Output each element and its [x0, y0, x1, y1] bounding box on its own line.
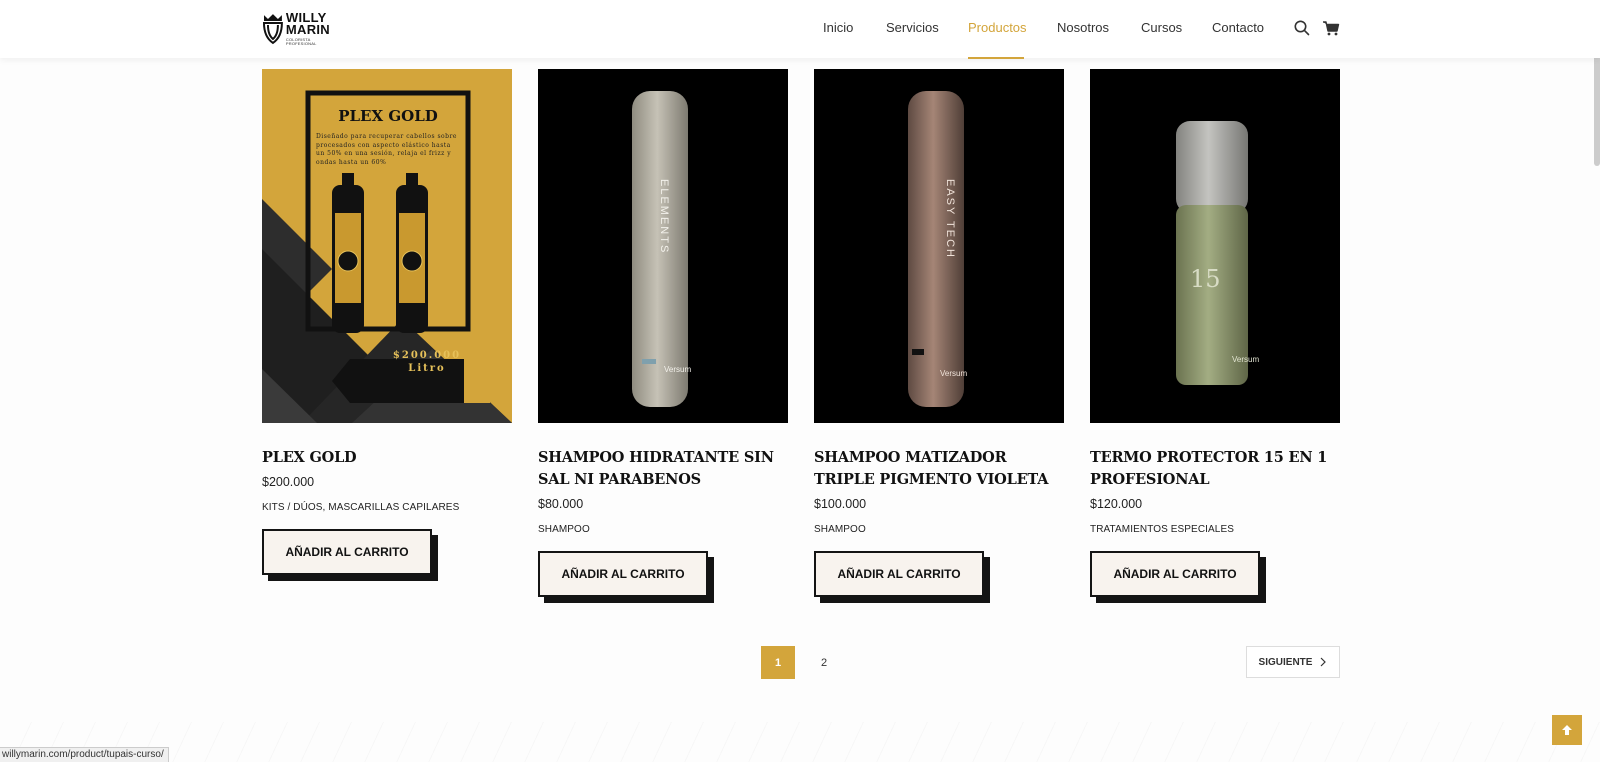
product-image[interactable]: 15 Versum: [1090, 69, 1340, 423]
bottle-brand: Versum: [940, 369, 968, 378]
bottle-label: EASY TECH: [944, 179, 956, 259]
product-card-shampoo-hidratante: ELEMENTS Versum SHAMPOO HIDRATANTE SIN S…: [538, 69, 788, 603]
product-price: $100.000: [814, 497, 867, 511]
poster-price-tag: $200.000 Litro: [372, 349, 482, 375]
product-image[interactable]: EASY TECH Versum: [814, 69, 1064, 423]
product-title[interactable]: TERMO PROTECTOR 15 EN 1 PROFESIONAL: [1090, 447, 1340, 491]
logo-tagline: COLORISTA PROFESIONAL: [285, 37, 317, 46]
product-category[interactable]: SHAMPOO: [814, 524, 1064, 535]
add-to-cart-wrap: AÑADIR AL CARRITO: [538, 551, 714, 603]
logo-name-line2: MARIN: [285, 22, 330, 37]
poster-title: PLEX GOLD: [338, 107, 438, 125]
product-card-termo-protector: 15 Versum TERMO PROTECTOR 15 EN 1 PROFES…: [1090, 69, 1340, 603]
nav-item-contacto[interactable]: Contacto: [1212, 20, 1264, 35]
pagination-page-current[interactable]: 1: [761, 646, 795, 679]
bottle-brand: Versum: [664, 365, 692, 374]
cart-icon[interactable]: [1322, 19, 1340, 37]
arrow-up-icon: [1562, 725, 1572, 735]
add-to-cart-wrap: AÑADIR AL CARRITO: [262, 529, 438, 581]
product-price: $200.000: [262, 475, 315, 489]
nav-item-cursos[interactable]: Cursos: [1141, 20, 1182, 35]
product-price: $80.000: [538, 497, 584, 511]
add-to-cart-wrap: AÑADIR AL CARRITO: [1090, 551, 1266, 603]
bottle-label: 15: [1190, 265, 1221, 293]
nav-active-underline: [968, 57, 1024, 59]
bottle-termo-protector: [1176, 121, 1248, 385]
add-to-cart-wrap: AÑADIR AL CARRITO: [814, 551, 990, 603]
plex-gold-bottles: [332, 173, 428, 333]
product-category[interactable]: KITS / DÚOS, MASCARILLAS CAPILARES: [262, 502, 512, 513]
pagination-page[interactable]: 2: [807, 646, 841, 679]
product-price: $120.000: [1090, 497, 1143, 511]
chevron-right-icon: [1321, 657, 1327, 667]
bottle-easy-tech: [908, 91, 964, 407]
poster-description: Diseñado para recuperar cabellos sobre p…: [316, 133, 457, 166]
nav-item-productos[interactable]: Productos: [968, 20, 1027, 35]
poster-price-unit: Litro: [408, 363, 446, 374]
pagination-next-button[interactable]: SIGUIENTE: [1246, 646, 1340, 678]
product-card-shampoo-matizador: EASY TECH Versum SHAMPOO MATIZADOR TRIPL…: [814, 69, 1064, 603]
crown-shield-icon: [262, 14, 283, 45]
bottle-brand: Versum: [1232, 355, 1260, 364]
scroll-to-top-button[interactable]: [1552, 715, 1582, 745]
product-category[interactable]: TRATAMIENTOS ESPECIALES: [1090, 524, 1340, 535]
product-title[interactable]: SHAMPOO MATIZADOR TRIPLE PIGMENTO VIOLET…: [814, 447, 1064, 491]
nav-item-servicios[interactable]: Servicios: [886, 20, 939, 35]
site-header: WILLY MARIN COLORISTA PROFESIONAL Inicio…: [0, 0, 1600, 59]
add-to-cart-button[interactable]: AÑADIR AL CARRITO: [538, 551, 708, 597]
site-logo[interactable]: WILLY MARIN COLORISTA PROFESIONAL: [262, 11, 342, 46]
bottle-label: ELEMENTS: [658, 179, 670, 255]
product-title[interactable]: PLEX GOLD: [262, 447, 512, 469]
product-image[interactable]: PLEX GOLD Diseñado para recuperar cabell…: [262, 69, 512, 423]
product-title[interactable]: SHAMPOO HIDRATANTE SIN SAL NI PARABENOS: [538, 447, 788, 491]
product-card-plex-gold: PLEX GOLD Diseñado para recuperar cabell…: [262, 69, 512, 581]
search-icon[interactable]: [1293, 19, 1311, 37]
status-bar-url: willymarin.com/product/tupais-curso/: [0, 747, 169, 762]
footer-pattern: [0, 722, 1600, 762]
nav-item-inicio[interactable]: Inicio: [823, 20, 853, 35]
add-to-cart-button[interactable]: AÑADIR AL CARRITO: [262, 529, 432, 575]
add-to-cart-button[interactable]: AÑADIR AL CARRITO: [814, 551, 984, 597]
nav-item-nosotros[interactable]: Nosotros: [1057, 20, 1109, 35]
product-image[interactable]: ELEMENTS Versum: [538, 69, 788, 423]
add-to-cart-button[interactable]: AÑADIR AL CARRITO: [1090, 551, 1260, 597]
next-label: SIGUIENTE: [1258, 656, 1313, 668]
product-category[interactable]: SHAMPOO: [538, 524, 788, 535]
poster-price: $200.000: [392, 350, 462, 361]
